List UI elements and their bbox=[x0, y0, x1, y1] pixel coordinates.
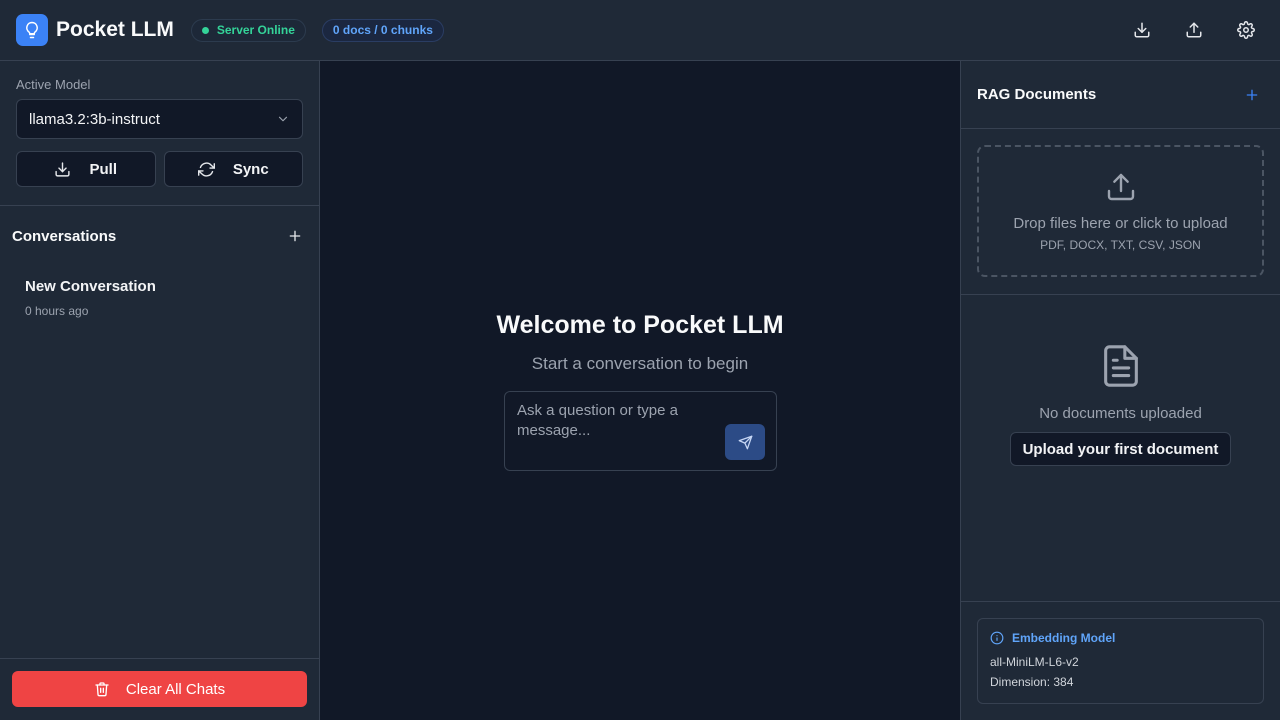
dropzone-file-types: PDF, DOCX, TXT, CSV, JSON bbox=[1040, 238, 1201, 252]
documents-empty-state: No documents uploaded Upload your first … bbox=[961, 295, 1280, 466]
trash-icon bbox=[95, 682, 109, 697]
document-icon bbox=[1103, 345, 1138, 387]
export-button[interactable] bbox=[1124, 12, 1160, 48]
header-actions bbox=[1108, 0, 1264, 60]
upload-first-document-button[interactable]: Upload your first document bbox=[1009, 432, 1232, 466]
conversations-header: Conversations bbox=[0, 206, 319, 266]
status-dot-icon bbox=[201, 26, 209, 34]
plus-icon bbox=[1246, 89, 1258, 100]
lightbulb-logo-icon bbox=[16, 14, 48, 46]
conversations-title: Conversations bbox=[12, 227, 117, 245]
embedding-section: Embedding Model all-MiniLM-L6-v2 Dimensi… bbox=[961, 601, 1280, 720]
app-header: Pocket LLM Server Online 0 docs / 0 chun… bbox=[0, 0, 1280, 61]
import-button[interactable] bbox=[1176, 12, 1212, 48]
plus-icon bbox=[289, 230, 301, 242]
sync-button[interactable]: Sync bbox=[163, 151, 303, 187]
conversation-title: New Conversation bbox=[25, 278, 156, 295]
upload-section: Drop files here or click to upload PDF, … bbox=[961, 129, 1280, 295]
model-select[interactable]: llama3.2:3b-instruct bbox=[16, 99, 303, 139]
embedding-dimension: Dimension: 384 bbox=[990, 675, 1074, 689]
message-input[interactable]: Ask a question or type a message... bbox=[517, 401, 707, 441]
app-title: Pocket LLM bbox=[56, 18, 174, 41]
upload-icon bbox=[1107, 173, 1134, 201]
refresh-icon bbox=[197, 161, 215, 177]
rag-header: RAG Documents bbox=[961, 61, 1280, 129]
settings-button[interactable] bbox=[1228, 12, 1264, 48]
send-button[interactable] bbox=[725, 424, 765, 460]
rag-panel: RAG Documents Drop files here or click t… bbox=[960, 61, 1280, 720]
left-sidebar: Active Model llama3.2:3b-instruct Pull S… bbox=[0, 61, 320, 720]
conversation-time: 0 hours ago bbox=[25, 304, 89, 318]
embedding-model-heading: Embedding Model bbox=[990, 631, 1251, 645]
model-section: Active Model llama3.2:3b-instruct Pull S… bbox=[0, 61, 319, 206]
pull-button[interactable]: Pull bbox=[16, 151, 156, 187]
sidebar-footer: Clear All Chats bbox=[0, 658, 319, 720]
model-buttons: Pull Sync bbox=[16, 151, 303, 187]
clear-all-chats-button[interactable]: Clear All Chats bbox=[12, 671, 307, 707]
welcome-title: Welcome to Pocket LLM bbox=[496, 311, 784, 339]
active-model-label: Active Model bbox=[16, 77, 91, 92]
welcome-subtitle: Start a conversation to begin bbox=[531, 354, 749, 373]
sync-label: Sync bbox=[232, 160, 269, 178]
gear-icon bbox=[1237, 21, 1255, 39]
send-icon bbox=[738, 435, 752, 449]
docs-count-badge: 0 docs / 0 chunks bbox=[321, 18, 444, 42]
download-icon bbox=[1134, 22, 1150, 38]
conversation-item[interactable]: New Conversation 0 hours ago bbox=[12, 266, 307, 330]
chat-main: Welcome to Pocket LLM Start a conversati… bbox=[320, 61, 960, 720]
server-status-label: Server Online bbox=[216, 23, 295, 37]
server-status-badge: Server Online bbox=[190, 18, 306, 42]
download-icon bbox=[55, 161, 71, 177]
pull-label: Pull bbox=[89, 160, 117, 178]
embedding-model-name: all-MiniLM-L6-v2 bbox=[990, 655, 1079, 669]
info-icon bbox=[990, 631, 1004, 645]
chevron-down-icon bbox=[278, 116, 288, 122]
embedding-model-card: Embedding Model all-MiniLM-L6-v2 Dimensi… bbox=[977, 618, 1264, 704]
embedding-model-title: Embedding Model bbox=[1012, 631, 1116, 645]
selected-model-value: llama3.2:3b-instruct bbox=[29, 110, 160, 128]
message-composer[interactable]: Ask a question or type a message... bbox=[504, 391, 777, 471]
no-documents-text: No documents uploaded bbox=[1039, 405, 1202, 422]
add-document-button[interactable] bbox=[1240, 83, 1264, 107]
clear-all-chats-label: Clear All Chats bbox=[125, 680, 226, 698]
file-dropzone[interactable]: Drop files here or click to upload PDF, … bbox=[977, 145, 1264, 277]
dropzone-text: Drop files here or click to upload bbox=[1013, 215, 1228, 232]
upload-icon bbox=[1186, 22, 1202, 38]
new-conversation-button[interactable] bbox=[283, 224, 307, 248]
rag-title: RAG Documents bbox=[977, 86, 1097, 103]
